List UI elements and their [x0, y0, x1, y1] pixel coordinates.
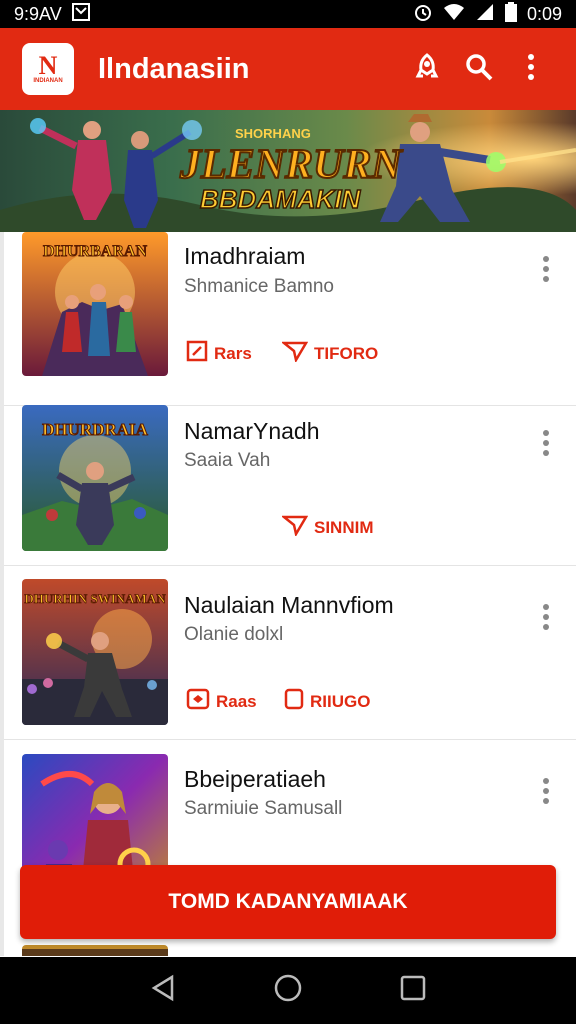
logo-letter: N — [38, 51, 58, 80]
search-button[interactable] — [456, 46, 502, 92]
rocket-icon — [412, 52, 442, 87]
app-bar: N INDIANAN Ilndanasiin — [0, 28, 576, 110]
send-icon — [280, 340, 309, 367]
status-time-right: 0:09 — [526, 3, 562, 24]
game-list[interactable]: DHURBARAN Imadhraiam Shmanice Bamno Rars… — [0, 232, 576, 956]
thumb-title: DHURDRAIA — [42, 420, 149, 439]
nav-home-button[interactable] — [268, 971, 308, 1011]
send-icon — [280, 514, 309, 541]
battery-icon — [504, 1, 517, 27]
system-nav-bar — [0, 957, 576, 1024]
thumb-title: DHURBARAN — [43, 243, 147, 260]
item-subtitle: Sarmiuie Samusall — [184, 798, 343, 819]
item-thumbnail[interactable]: DHURBARAN — [22, 232, 168, 376]
status-bar: 9:9AV 0:09 — [0, 0, 576, 28]
nav-back-button[interactable] — [143, 971, 183, 1011]
item-action-rate[interactable]: Raas — [186, 688, 257, 715]
nav-recents-button[interactable] — [393, 971, 433, 1011]
item-thumbnail-next[interactable] — [22, 945, 168, 956]
more-vert-icon — [543, 777, 549, 809]
more-vert-icon — [543, 603, 549, 635]
item-action-share-label: TIFORO — [314, 343, 379, 363]
item-more-button[interactable] — [534, 602, 558, 636]
banner-artwork: SHORHANG JLENRURN BBDAMAKIN — [0, 110, 576, 232]
item-action-share-label: SINNIM — [314, 517, 374, 537]
item-action-share[interactable]: TIFORO — [280, 340, 379, 367]
more-vert-icon — [543, 255, 549, 287]
item-more-button[interactable] — [534, 254, 558, 288]
hero-banner[interactable]: SHORHANG JLENRURN BBDAMAKIN — [0, 110, 576, 232]
recents-icon — [400, 975, 426, 1006]
item-subtitle: Olanie dolxl — [184, 624, 284, 645]
gamepad-icon — [186, 688, 210, 715]
item-subtitle: Shmanice Bamno — [184, 276, 334, 297]
search-icon — [464, 52, 494, 87]
item-action-rate-label: Raas — [216, 691, 257, 711]
logo-text: INDIANAN — [33, 78, 63, 84]
more-vert-icon — [543, 429, 549, 461]
notification-icon — [71, 2, 90, 26]
back-icon — [150, 974, 176, 1007]
edit-icon — [186, 340, 208, 367]
item-action-save-label: RIIUGO — [310, 691, 371, 711]
alarm-icon — [413, 2, 433, 27]
list-item[interactable]: DHURHIN SWINAMAN Naulaian Mannvfiom Olan… — [4, 566, 576, 740]
app-logo[interactable]: N INDIANAN — [22, 43, 74, 95]
item-action-rate[interactable]: Rars — [186, 340, 252, 367]
status-time-left: 9:9AV — [14, 3, 62, 24]
list-item[interactable]: DHURBARAN Imadhraiam Shmanice Bamno Rars… — [4, 232, 576, 406]
more-vert-icon — [527, 53, 535, 86]
bookmark-icon — [284, 688, 304, 715]
item-title[interactable]: Naulaian Mannvfiom — [184, 592, 394, 619]
item-title[interactable]: Bbeiperatiaeh — [184, 766, 326, 793]
primary-cta-button[interactable]: TOMD KADANYAMIAAK — [20, 865, 556, 939]
app-title: Ilndanasiin — [98, 52, 250, 85]
list-item[interactable]: DHURDRAIA NamarYnadh Saaia Vah SINNIM — [4, 392, 576, 566]
wifi-icon — [443, 3, 465, 26]
item-title[interactable]: Imadhraiam — [184, 243, 305, 270]
item-thumbnail[interactable]: DHURDRAIA — [22, 405, 168, 551]
banner-line3: BBDAMAKIN — [200, 184, 362, 214]
overflow-menu-button[interactable] — [508, 46, 554, 92]
banner-line2: JLENRURN — [179, 142, 403, 188]
thumb-title: DHURHIN SWINAMAN — [24, 591, 166, 606]
item-thumbnail[interactable]: DHURHIN SWINAMAN — [22, 579, 168, 725]
item-more-button[interactable] — [534, 776, 558, 810]
signal-icon — [475, 3, 495, 26]
item-more-button[interactable] — [534, 428, 558, 462]
item-action-share[interactable]: SINNIM — [280, 514, 374, 541]
item-title[interactable]: NamarYnadh — [184, 418, 320, 445]
item-action-save[interactable]: RIIUGO — [284, 688, 370, 715]
item-action-rate-label: Rars — [214, 343, 252, 363]
item-subtitle: Saaia Vah — [184, 450, 271, 471]
home-icon — [273, 973, 303, 1008]
rocket-button[interactable] — [404, 46, 450, 92]
banner-line1: SHORHANG — [235, 126, 311, 141]
